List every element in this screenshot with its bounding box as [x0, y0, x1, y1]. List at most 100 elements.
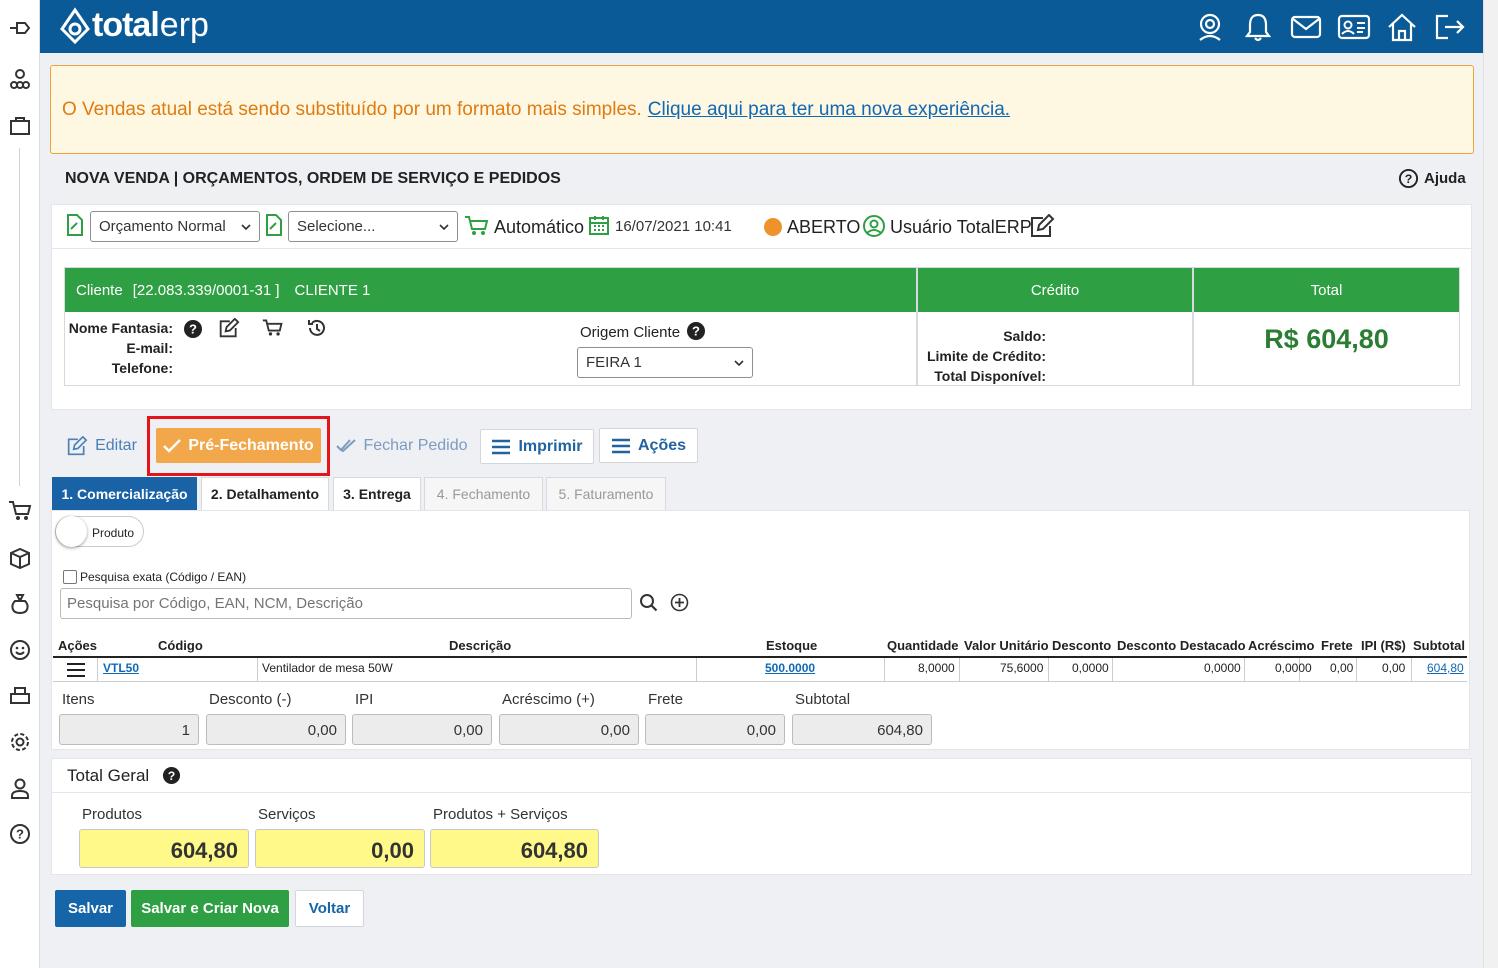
svg-text:?: ?	[168, 769, 176, 783]
status-badge: ABERTO	[787, 217, 861, 237]
imprimir-button[interactable]: Imprimir	[480, 429, 594, 464]
secondary-select[interactable]: Selecione...	[288, 211, 458, 242]
origem-label: Origem Cliente	[580, 324, 681, 341]
back-button[interactable]: Voltar	[295, 890, 364, 927]
col-valor-unitario: Valor Unitário	[964, 638, 1049, 653]
logo-text-light: erp	[159, 6, 209, 44]
scrollbar[interactable]	[1483, 0, 1498, 968]
row-codigo[interactable]: VTL50	[103, 661, 139, 675]
client-cart-icon[interactable]	[262, 318, 284, 343]
order-type-value: Orçamento Normal	[99, 218, 226, 235]
tab-entrega[interactable]: 3. Entrega	[333, 477, 421, 510]
document-icon	[65, 213, 85, 237]
id-card-icon[interactable]	[1337, 10, 1371, 44]
fechar-pedido-label: Fechar Pedido	[363, 436, 468, 454]
edit-client-icon[interactable]	[218, 317, 240, 343]
product-toggle[interactable]: Produto	[55, 516, 144, 547]
tab-detalhamento[interactable]: 2. Detalhamento	[201, 477, 329, 510]
help-icon[interactable]: ?	[8, 822, 32, 846]
row-descricao: Ventilador de mesa 50W	[262, 661, 393, 675]
home-icon[interactable]	[1385, 10, 1419, 44]
exact-search-checkbox[interactable]	[63, 570, 77, 584]
pre-fechamento-label: Pré-Fechamento	[188, 436, 314, 454]
cart-icon	[464, 215, 490, 242]
menu-icon	[492, 439, 511, 454]
subtotal-field: 604,80	[792, 714, 932, 745]
mail-icon[interactable]	[1289, 10, 1323, 44]
col-acrescimo: Acréscimo	[1248, 638, 1315, 653]
row-subtotal[interactable]: 604,80	[1427, 661, 1464, 675]
toggle-knob	[56, 516, 87, 547]
telefone-label: Telefone:	[111, 360, 173, 376]
fechar-pedido-button[interactable]: Fechar Pedido	[333, 428, 471, 463]
origem-help-icon[interactable]: ?	[686, 321, 706, 346]
history-icon[interactable]	[306, 317, 328, 344]
col-acoes: Ações	[58, 638, 98, 653]
chevron-down-icon	[439, 223, 449, 230]
produtos-servicos-total: 604,80	[430, 829, 599, 868]
logo[interactable]: total erp	[58, 6, 209, 45]
row-valor: 75,6000	[1000, 661, 1044, 675]
bag-icon[interactable]	[8, 113, 32, 137]
exact-search-label: Pesquisa exata (Código / EAN)	[80, 570, 247, 584]
printer-icon[interactable]	[8, 684, 32, 708]
acoes-button[interactable]: Ações	[599, 428, 698, 463]
sidebar-divider	[19, 148, 20, 486]
edit-user-icon[interactable]	[1029, 213, 1055, 243]
box-icon[interactable]	[8, 546, 32, 570]
total-geral-help-icon[interactable]: ?	[162, 766, 181, 790]
row-frete: 0,00	[1330, 661, 1354, 675]
save-button[interactable]: Salvar	[55, 890, 126, 927]
edit-icon	[67, 435, 88, 455]
left-sidebar: ?	[0, 0, 40, 968]
total-panel: Total R$ 604,80	[1193, 267, 1460, 386]
email-label: E-mail:	[126, 340, 173, 356]
edit-label: Editar	[95, 436, 137, 454]
search-input[interactable]	[60, 588, 632, 619]
col-descricao: Descrição	[449, 638, 512, 653]
row-desc-destacado: 0,0000	[1204, 661, 1241, 675]
col-ipi: IPI (R$)	[1361, 638, 1406, 653]
new-experience-link[interactable]: Clique aqui para ter uma nova experiênci…	[648, 99, 1010, 121]
logout-icon[interactable]	[1433, 10, 1467, 44]
desconto-label: Desconto (-)	[209, 691, 292, 708]
bell-icon[interactable]	[1241, 10, 1275, 44]
row-menu-icon[interactable]	[66, 662, 86, 683]
origem-select[interactable]: FEIRA 1	[577, 347, 753, 378]
add-circle-icon[interactable]	[670, 593, 689, 617]
gear-icon[interactable]	[8, 730, 32, 754]
order-type-select[interactable]: Orçamento Normal	[90, 211, 260, 242]
pre-fechamento-button[interactable]: Pré-Fechamento	[156, 428, 321, 463]
acrescimo-label: Acréscimo (+)	[502, 691, 595, 708]
tab-comercializacao[interactable]: 1. Comercialização	[52, 477, 197, 510]
smile-icon[interactable]	[8, 638, 32, 662]
search-icon[interactable]	[639, 593, 658, 617]
save-new-button[interactable]: Salvar e Criar Nova	[131, 890, 289, 927]
row-ipi: 0,00	[1382, 661, 1406, 675]
tab-fechamento[interactable]: 4. Fechamento	[424, 477, 543, 510]
logo-icon	[60, 6, 90, 44]
servicos-total: 0,00	[255, 829, 425, 868]
ipi-field: 0,00	[352, 714, 492, 745]
client-doc: [22.083.339/0001-31 ]	[132, 281, 280, 299]
order-datetime: 16/07/2021 10:41	[615, 218, 732, 235]
row-estoque[interactable]: 500.0000	[765, 661, 815, 675]
nome-fantasia-label: Nome Fantasia:	[68, 320, 173, 336]
question-icon[interactable]: ?	[183, 319, 203, 344]
user-icon[interactable]	[8, 776, 32, 800]
edit-button[interactable]: Editar	[57, 428, 146, 463]
tab-faturamento[interactable]: 5. Faturamento	[546, 477, 666, 510]
top-bar: total erp	[40, 0, 1483, 53]
cart-icon[interactable]	[8, 499, 32, 523]
money-bag-icon[interactable]	[8, 592, 32, 616]
col-desconto-destacado: Desconto Destacado	[1117, 638, 1246, 653]
org-icon[interactable]	[8, 67, 32, 91]
toggle-label: Produto	[92, 526, 135, 540]
acrescimo-field: 0,00	[499, 714, 639, 745]
itens-field: 1	[59, 714, 199, 745]
support-icon[interactable]	[1193, 10, 1227, 44]
total-value: R$ 604,80	[1264, 324, 1389, 354]
help-link[interactable]: ? Ajuda	[1398, 168, 1466, 189]
pin-icon[interactable]	[8, 16, 32, 40]
row-acrescimo: 0,0000	[1275, 661, 1312, 675]
